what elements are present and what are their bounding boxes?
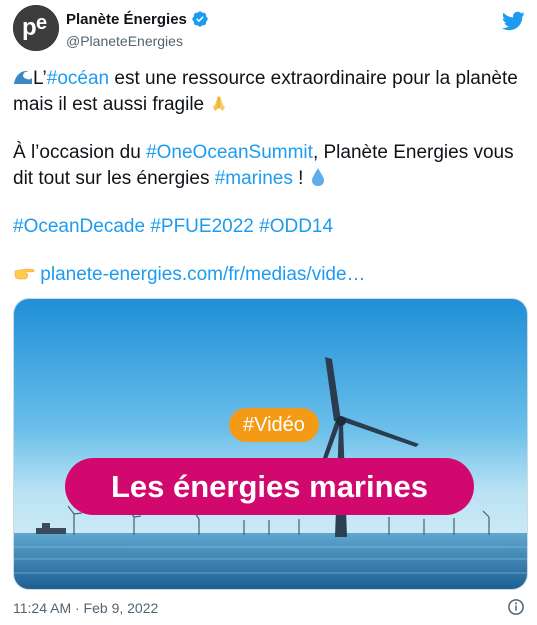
hashtag-oceandecade[interactable]: #OceanDecade	[13, 216, 145, 237]
tweet-timestamp[interactable]: 11:24 AM · Feb 9, 2022	[13, 600, 158, 616]
display-name[interactable]: Planète Énergies	[66, 11, 187, 28]
pointing-hand-icon	[14, 268, 35, 280]
media-card[interactable]: #Vidéo Les énergies marines	[13, 298, 528, 590]
name-row: Planète Énergies	[66, 10, 209, 28]
svg-text:e: e	[36, 12, 47, 34]
verified-badge-icon	[192, 11, 208, 27]
hashtag-ocean[interactable]: #océan	[47, 68, 109, 89]
video-badge: #Vidéo	[229, 408, 319, 442]
tweet-paragraph-3: #OceanDecade #PFUE2022 #ODD14	[13, 214, 528, 240]
praying-hands-icon	[213, 96, 226, 111]
media-image	[14, 299, 527, 589]
hashtag-odd14[interactable]: #ODD14	[259, 216, 333, 237]
user-handle[interactable]: @PlaneteEnergies	[66, 33, 183, 49]
twitter-bird-icon[interactable]	[501, 9, 525, 33]
wave-icon	[13, 67, 33, 87]
tweet-card: p e Planète Énergies @PlaneteEnergies L’…	[0, 0, 537, 625]
tweet-text: L’#océan est une ressource extraordinair…	[13, 66, 528, 288]
avatar[interactable]: p e	[13, 5, 59, 51]
hashtag-oneoceansummit[interactable]: #OneOceanSummit	[146, 142, 313, 163]
tweet-paragraph-1: L’#océan est une ressource extraordinair…	[13, 66, 528, 118]
text-segment: À l’occasion du	[13, 142, 147, 163]
text-segment: !	[292, 168, 304, 189]
tweet-link[interactable]: planete-energies.com/fr/medias/vide…	[40, 264, 365, 285]
hashtag-marines[interactable]: #marines	[215, 168, 293, 189]
svg-text:p: p	[22, 14, 37, 41]
text-segment: L’	[33, 68, 47, 89]
tweet-paragraph-2: À l’occasion du #OneOceanSummit, Planète…	[13, 140, 528, 192]
droplet-icon	[311, 168, 324, 186]
media-title: Les énergies marines	[65, 458, 474, 515]
tweet-paragraph-4: planete-energies.com/fr/medias/vide…	[13, 262, 528, 288]
info-icon[interactable]	[507, 598, 525, 616]
pe-logo-icon: p e	[13, 5, 59, 51]
hashtag-pfue2022[interactable]: #PFUE2022	[150, 216, 254, 237]
